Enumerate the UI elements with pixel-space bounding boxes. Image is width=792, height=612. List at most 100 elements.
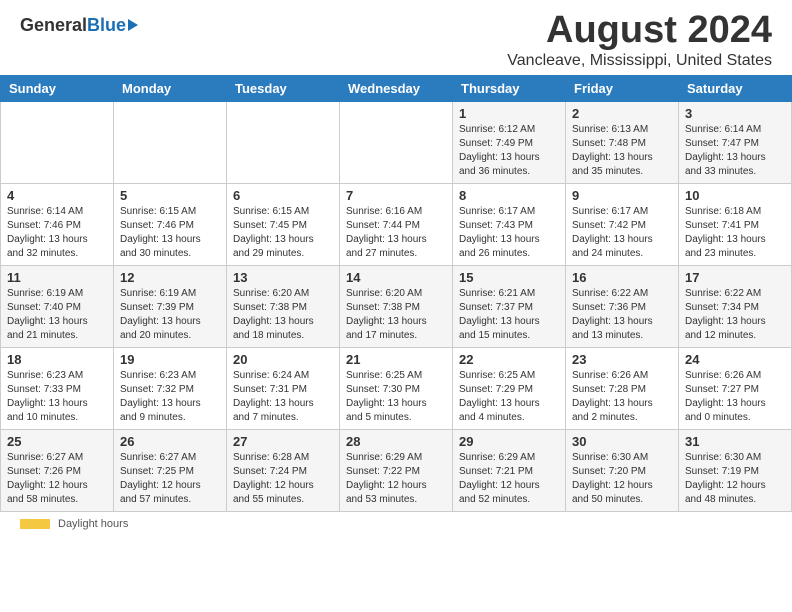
day-number: 26: [120, 434, 220, 449]
calendar-cell: 25 Sunrise: 6:27 AM Sunset: 7:26 PM Dayli…: [1, 429, 114, 511]
calendar-cell: 27Sunrise: 6:28 AM Sunset: 7:24 PM Dayli…: [227, 429, 340, 511]
day-info: Sunrise: 6:25 AM Sunset: 7:30 PM Dayligh…: [346, 369, 446, 425]
calendar-day-header: Saturday: [679, 75, 792, 101]
day-number: 17: [685, 270, 785, 285]
calendar-week-row: 4 Sunrise: 6:14 AM Sunset: 7:46 PM Daylig…: [1, 183, 792, 265]
calendar-cell: 20Sunrise: 6:24 AM Sunset: 7:31 PM Dayli…: [227, 347, 340, 429]
calendar-cell: [1, 101, 114, 183]
calendar-cell: 9Sunrise: 6:17 AM Sunset: 7:42 PM Daylig…: [566, 183, 679, 265]
calendar-cell: 26 Sunrise: 6:27 AM Sunset: 7:25 PM Dayli…: [114, 429, 227, 511]
day-info: Sunrise: 6:27 AM Sunset: 7:26 PM Dayligh…: [7, 451, 107, 507]
day-number: 11: [7, 270, 107, 285]
day-info: Sunrise: 6:19 AM Sunset: 7:40 PM Dayligh…: [7, 287, 107, 343]
day-info: Sunrise: 6:19 AM Sunset: 7:39 PM Dayligh…: [120, 287, 220, 343]
day-number: 13: [233, 270, 333, 285]
calendar-week-row: 1 Sunrise: 6:12 AM Sunset: 7:49 PM Daylig…: [1, 101, 792, 183]
day-info: Sunrise: 6:18 AM Sunset: 7:41 PM Dayligh…: [685, 205, 785, 261]
calendar-cell: 18 Sunrise: 6:23 AM Sunset: 7:33 PM Dayli…: [1, 347, 114, 429]
calendar-cell: [227, 101, 340, 183]
calendar-cell: 16 Sunrise: 6:22 AM Sunset: 7:36 PM Dayli…: [566, 265, 679, 347]
day-info: Sunrise: 6:22 AM Sunset: 7:36 PM Dayligh…: [572, 287, 672, 343]
calendar-cell: 29 Sunrise: 6:29 AM Sunset: 7:21 PM Dayli…: [453, 429, 566, 511]
calendar-day-header: Monday: [114, 75, 227, 101]
logo-arrow-icon: [128, 19, 138, 31]
day-info: Sunrise: 6:15 AM Sunset: 7:45 PM Dayligh…: [233, 205, 333, 261]
day-info: Sunrise: 6:14 AM Sunset: 7:46 PM Dayligh…: [7, 205, 107, 261]
calendar-cell: 21 Sunrise: 6:25 AM Sunset: 7:30 PM Dayli…: [340, 347, 453, 429]
calendar-cell: 10 Sunrise: 6:18 AM Sunset: 7:41 PM Dayli…: [679, 183, 792, 265]
day-number: 5: [120, 188, 220, 203]
day-info: Sunrise: 6:23 AM Sunset: 7:33 PM Dayligh…: [7, 369, 107, 425]
day-number: 25: [7, 434, 107, 449]
calendar-day-header: Tuesday: [227, 75, 340, 101]
calendar-cell: [340, 101, 453, 183]
day-number: 30: [572, 434, 672, 449]
calendar-table: SundayMondayTuesdayWednesdayThursdayFrid…: [0, 75, 792, 512]
day-number: 22: [459, 352, 559, 367]
day-number: 21: [346, 352, 446, 367]
day-number: 29: [459, 434, 559, 449]
daylight-label: Daylight hours: [58, 518, 128, 530]
logo-general-text: General: [20, 15, 87, 36]
day-number: 18: [7, 352, 107, 367]
page-title: August 2024: [507, 10, 772, 52]
day-number: 4: [7, 188, 107, 203]
calendar-header-row: SundayMondayTuesdayWednesdayThursdayFrid…: [1, 75, 792, 101]
day-number: 19: [120, 352, 220, 367]
calendar-day-header: Wednesday: [340, 75, 453, 101]
day-number: 2: [572, 106, 672, 121]
day-number: 1: [459, 106, 559, 121]
calendar-cell: 22 Sunrise: 6:25 AM Sunset: 7:29 PM Dayli…: [453, 347, 566, 429]
day-info: Sunrise: 6:12 AM Sunset: 7:49 PM Dayligh…: [459, 123, 559, 179]
calendar-cell: 30 Sunrise: 6:30 AM Sunset: 7:20 PM Dayli…: [566, 429, 679, 511]
calendar-cell: 28 Sunrise: 6:29 AM Sunset: 7:22 PM Dayli…: [340, 429, 453, 511]
calendar-cell: 31Sunrise: 6:30 AM Sunset: 7:19 PM Dayli…: [679, 429, 792, 511]
calendar-cell: 6Sunrise: 6:15 AM Sunset: 7:45 PM Daylig…: [227, 183, 340, 265]
calendar-day-header: Friday: [566, 75, 679, 101]
day-number: 8: [459, 188, 559, 203]
calendar-cell: 3Sunrise: 6:14 AM Sunset: 7:47 PM Daylig…: [679, 101, 792, 183]
day-info: Sunrise: 6:23 AM Sunset: 7:32 PM Dayligh…: [120, 369, 220, 425]
calendar-cell: 1 Sunrise: 6:12 AM Sunset: 7:49 PM Daylig…: [453, 101, 566, 183]
day-info: Sunrise: 6:25 AM Sunset: 7:29 PM Dayligh…: [459, 369, 559, 425]
calendar-day-header: Thursday: [453, 75, 566, 101]
calendar-cell: 13 Sunrise: 6:20 AM Sunset: 7:38 PM Dayli…: [227, 265, 340, 347]
day-number: 7: [346, 188, 446, 203]
calendar-cell: 2Sunrise: 6:13 AM Sunset: 7:48 PM Daylig…: [566, 101, 679, 183]
day-info: Sunrise: 6:27 AM Sunset: 7:25 PM Dayligh…: [120, 451, 220, 507]
day-info: Sunrise: 6:26 AM Sunset: 7:27 PM Dayligh…: [685, 369, 785, 425]
day-info: Sunrise: 6:26 AM Sunset: 7:28 PM Dayligh…: [572, 369, 672, 425]
day-info: Sunrise: 6:20 AM Sunset: 7:38 PM Dayligh…: [233, 287, 333, 343]
calendar-cell: [114, 101, 227, 183]
day-info: Sunrise: 6:16 AM Sunset: 7:44 PM Dayligh…: [346, 205, 446, 261]
day-info: Sunrise: 6:29 AM Sunset: 7:22 PM Dayligh…: [346, 451, 446, 507]
title-block: August 2024 Vancleave, Mississippi, Unit…: [507, 10, 772, 70]
day-number: 16: [572, 270, 672, 285]
calendar-day-header: Sunday: [1, 75, 114, 101]
calendar-week-row: 25 Sunrise: 6:27 AM Sunset: 7:26 PM Dayli…: [1, 429, 792, 511]
day-number: 15: [459, 270, 559, 285]
calendar-cell: 11 Sunrise: 6:19 AM Sunset: 7:40 PM Dayli…: [1, 265, 114, 347]
day-info: Sunrise: 6:30 AM Sunset: 7:20 PM Dayligh…: [572, 451, 672, 507]
day-info: Sunrise: 6:29 AM Sunset: 7:21 PM Dayligh…: [459, 451, 559, 507]
calendar-week-row: 18 Sunrise: 6:23 AM Sunset: 7:33 PM Dayli…: [1, 347, 792, 429]
calendar-cell: 15Sunrise: 6:21 AM Sunset: 7:37 PM Dayli…: [453, 265, 566, 347]
calendar-cell: 8Sunrise: 6:17 AM Sunset: 7:43 PM Daylig…: [453, 183, 566, 265]
calendar-cell: 23 Sunrise: 6:26 AM Sunset: 7:28 PM Dayli…: [566, 347, 679, 429]
day-number: 28: [346, 434, 446, 449]
day-number: 12: [120, 270, 220, 285]
day-info: Sunrise: 6:14 AM Sunset: 7:47 PM Dayligh…: [685, 123, 785, 179]
day-number: 23: [572, 352, 672, 367]
page-subtitle: Vancleave, Mississippi, United States: [507, 52, 772, 70]
calendar-week-row: 11 Sunrise: 6:19 AM Sunset: 7:40 PM Dayli…: [1, 265, 792, 347]
day-number: 27: [233, 434, 333, 449]
day-number: 24: [685, 352, 785, 367]
day-number: 9: [572, 188, 672, 203]
calendar-cell: 4 Sunrise: 6:14 AM Sunset: 7:46 PM Daylig…: [1, 183, 114, 265]
day-number: 10: [685, 188, 785, 203]
page-header: General Blue August 2024 Vancleave, Miss…: [0, 0, 792, 75]
calendar-cell: 24 Sunrise: 6:26 AM Sunset: 7:27 PM Dayli…: [679, 347, 792, 429]
calendar-cell: 19 Sunrise: 6:23 AM Sunset: 7:32 PM Dayli…: [114, 347, 227, 429]
day-number: 31: [685, 434, 785, 449]
day-info: Sunrise: 6:22 AM Sunset: 7:34 PM Dayligh…: [685, 287, 785, 343]
